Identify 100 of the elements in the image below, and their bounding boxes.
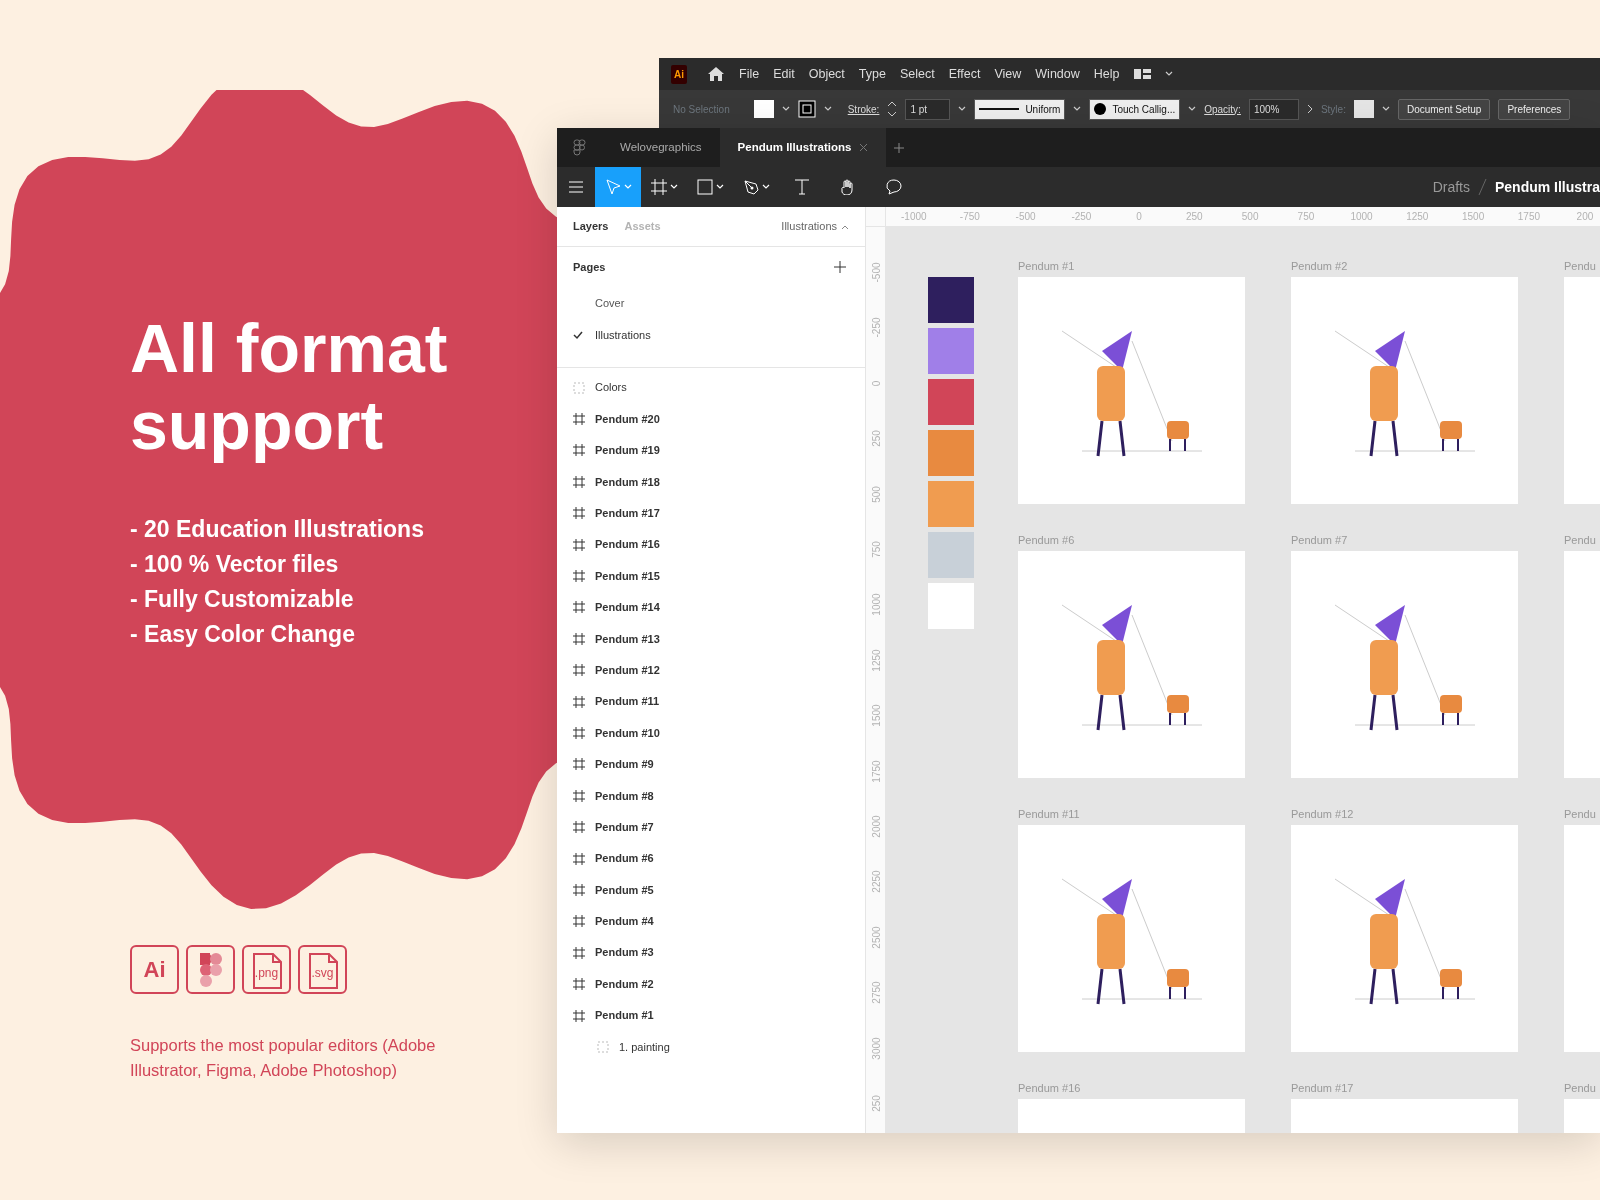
badge-label: Ai: [143, 956, 166, 984]
frame-title: Pendu: [1564, 533, 1597, 548]
selection-status: No Selection: [673, 102, 730, 117]
menu-item[interactable]: View: [994, 64, 1022, 84]
frame-grid-icon: [573, 946, 585, 959]
menu-item[interactable]: Window: [1035, 64, 1080, 84]
frame-title: Pendum #6: [1018, 533, 1076, 548]
layer-item[interactable]: Pendum #6: [595, 850, 654, 867]
menu-item[interactable]: Effect: [948, 64, 981, 84]
ruler-label: 1000: [1350, 210, 1373, 224]
layer-item[interactable]: Pendum #20: [595, 410, 660, 428]
layer-item[interactable]: Pendum #12: [595, 661, 660, 679]
layer-item[interactable]: Pendum #13: [595, 630, 660, 648]
layer-item[interactable]: Pendum #10: [595, 724, 660, 742]
feature-text: - 20 Education Illustrations: [130, 514, 425, 544]
layer-item[interactable]: Pendum #5: [595, 881, 654, 899]
pen-icon: [742, 179, 759, 195]
brush-dropdown[interactable]: Touch Callig...: [1089, 98, 1181, 120]
layer-item[interactable]: Pendum #16: [595, 536, 660, 553]
page-item[interactable]: Cover: [595, 294, 625, 312]
opacity-field[interactable]: 100%: [1248, 98, 1299, 120]
frame-grid-icon: [650, 179, 667, 195]
frame-grid-icon: [573, 789, 585, 802]
frame-grid-icon: [573, 727, 585, 739]
menu-item[interactable]: Type: [858, 64, 886, 84]
file-tab[interactable]: Pendum Illustrations: [719, 128, 887, 167]
layer-item[interactable]: Pendum #4: [595, 913, 654, 930]
ruler-label: 250: [869, 429, 883, 450]
add-page-icon[interactable]: [834, 261, 846, 273]
ruler-label: 2750: [869, 980, 883, 1006]
stroke-profile-dropdown[interactable]: Uniform: [974, 98, 1066, 120]
layer-item[interactable]: Pendum #7: [595, 818, 654, 836]
frame-grid-icon: [573, 883, 585, 896]
layer-item[interactable]: Pendum #2: [595, 975, 654, 993]
panel-tab[interactable]: Layers: [573, 218, 609, 235]
layer-item[interactable]: Pendum #11: [595, 693, 660, 710]
ruler-label: 500: [869, 484, 883, 505]
layer-item[interactable]: Pendum #17: [595, 505, 660, 522]
ruler-label: 1500: [869, 703, 883, 729]
style-swatch[interactable]: [1353, 100, 1374, 118]
layer-item[interactable]: Pendum #14: [595, 599, 660, 616]
frame-grid-icon: [573, 1009, 585, 1022]
layer-item[interactable]: Pendum #1: [595, 1007, 654, 1024]
breadcrumb-link[interactable]: Drafts: [1432, 176, 1470, 198]
slash-icon: [1477, 179, 1487, 195]
close-icon[interactable]: [859, 143, 869, 152]
ruler-label: 200: [1576, 210, 1594, 224]
layer-item[interactable]: 1. painting: [619, 1038, 670, 1056]
ruler-label: 1750: [1517, 210, 1541, 224]
stroke-swatch-icon[interactable]: [797, 100, 816, 118]
frame-grid-icon: [573, 915, 585, 928]
layer-item[interactable]: Colors: [595, 379, 627, 396]
frame-grid-icon: [573, 507, 585, 520]
menu-item[interactable]: Edit: [773, 64, 795, 84]
chevron-down-icon: [823, 106, 832, 112]
opacity-label: Opacity:: [1204, 102, 1241, 117]
chevron-right-icon[interactable]: [1306, 104, 1313, 114]
ruler-label: -1000: [901, 210, 927, 224]
file-tab[interactable]: Welovegraphics: [602, 128, 720, 167]
frame-title: Pendum #17: [1291, 1081, 1355, 1096]
plus-icon[interactable]: [894, 142, 905, 153]
frame-title: Pendum #12: [1291, 807, 1355, 822]
figma-logo-icon[interactable]: [573, 139, 586, 156]
menu-item[interactable]: File: [739, 64, 760, 84]
feature-text: - Easy Color Change: [130, 619, 356, 649]
layer-item[interactable]: Pendum #19: [595, 442, 660, 459]
ruler-label: 1750: [869, 758, 883, 785]
chevron-down-icon: [1073, 106, 1082, 112]
layer-item[interactable]: Pendum #9: [595, 756, 654, 773]
frame-grid-icon: [573, 758, 585, 771]
stepper-icon[interactable]: [887, 101, 898, 117]
ruler-label: 1500: [1462, 210, 1485, 224]
fill-swatch[interactable]: [753, 100, 774, 118]
menu-item[interactable]: Help: [1093, 64, 1120, 84]
style-label: Style:: [1320, 102, 1346, 117]
stroke-weight-field[interactable]: 1 pt: [905, 98, 951, 120]
home-icon[interactable]: [707, 66, 725, 82]
chevron-up-icon: [841, 223, 849, 230]
menu-item[interactable]: Select: [899, 64, 935, 84]
page-item[interactable]: Illustrations: [595, 326, 651, 344]
brush-dot-icon: [1094, 103, 1107, 115]
workspace-layout-icon[interactable]: [1133, 68, 1151, 80]
layer-item[interactable]: Pendum #15: [595, 567, 660, 585]
menu-item[interactable]: Object: [808, 64, 845, 84]
page-dropdown[interactable]: Illustrations: [781, 218, 849, 235]
file-outline-icon: [253, 953, 282, 989]
ruler-label: 3000: [869, 1035, 883, 1062]
layer-item[interactable]: Pendum #18: [595, 473, 660, 491]
frame-title: Pendum #7: [1291, 533, 1349, 548]
ruler-label: 250: [1186, 210, 1203, 224]
ruler-label: 1000: [869, 592, 883, 618]
toolbar-button[interactable]: Preferences: [1498, 98, 1571, 120]
layer-item[interactable]: Pendum #8: [595, 787, 654, 804]
toolbar-button[interactable]: Document Setup: [1397, 98, 1491, 120]
headline: All format support: [130, 310, 449, 464]
frame-title: Pendum #1: [1018, 259, 1076, 274]
chevron-down-icon: [669, 184, 678, 190]
frame-grid-icon: [573, 538, 585, 551]
app-logo: Ai: [671, 64, 687, 84]
layer-item[interactable]: Pendum #3: [595, 944, 654, 961]
